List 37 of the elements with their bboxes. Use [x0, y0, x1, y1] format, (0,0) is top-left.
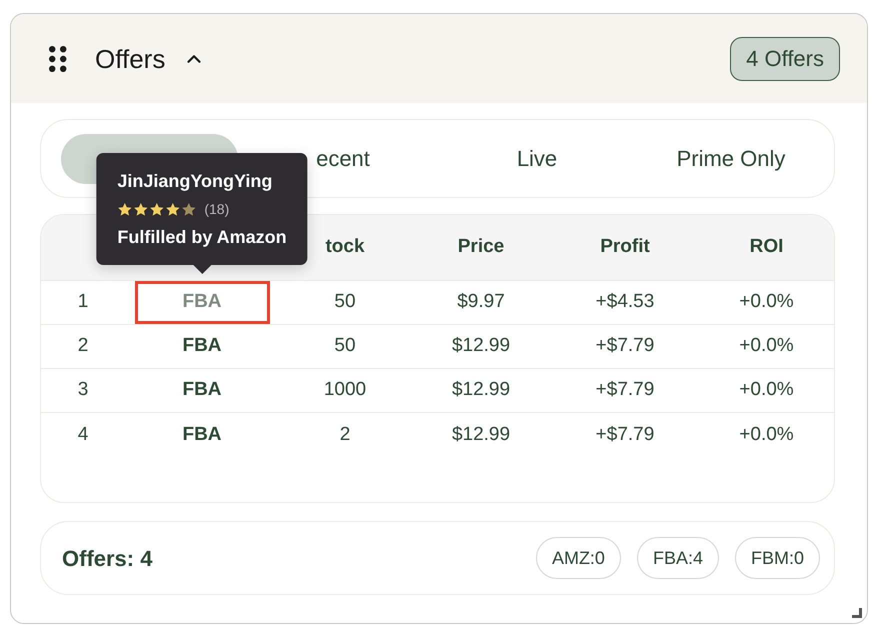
table-cell-text: FBA	[181, 378, 223, 402]
table-cell-text: 50	[334, 334, 356, 358]
table-cell-text: +0.0%	[739, 290, 794, 314]
count-chip: AMZ:0	[536, 537, 621, 579]
table-cell-text: FBA	[181, 422, 223, 447]
table-cell-text: 50	[334, 290, 356, 314]
table-cell-text: +$7.79	[596, 334, 654, 358]
column-header: Price	[458, 235, 504, 260]
rating-count: (18)	[204, 200, 230, 219]
seller-name: JinJiangYongYing	[117, 170, 272, 193]
count-chip: FBA:4	[636, 537, 719, 579]
table-cell: FBA	[134, 281, 270, 324]
table-cell-text: 1000	[324, 378, 366, 402]
table-cell-text: FBA	[181, 334, 223, 358]
table-cell-text: 3	[78, 378, 88, 402]
table-cell-text: 2	[78, 334, 88, 358]
table-cell-text: +0.0%	[739, 334, 794, 358]
table-cell-text: $12.99	[452, 334, 510, 358]
table-cell-text: +$7.79	[596, 378, 654, 402]
table-cell-text: 4	[78, 422, 88, 447]
offers-summary: Offers: 4	[62, 544, 152, 572]
table-cell-text: $12.99	[452, 422, 510, 447]
table-cell-text: +0.0%	[739, 378, 794, 402]
column-header: Profit	[600, 235, 650, 260]
column-header: ROI	[750, 235, 784, 260]
fulfillment-text: Fulfilled by Amazon	[117, 226, 287, 249]
table-cell-text: $12.99	[452, 378, 510, 402]
count-chip: FBM:0	[734, 537, 820, 579]
offers-count-badge: 4 Offers	[730, 36, 840, 80]
table-cell-text: 1	[78, 290, 88, 314]
table-cell-text: 2	[340, 422, 350, 447]
table-cell-text: +$4.53	[596, 290, 654, 314]
table-cell-text: $9.97	[457, 290, 505, 314]
table-cell-text: +0.0%	[739, 422, 794, 447]
table-cell-text: +$7.79	[596, 422, 654, 447]
panel-title: Offers	[95, 46, 166, 72]
column-header: tock	[325, 235, 365, 260]
